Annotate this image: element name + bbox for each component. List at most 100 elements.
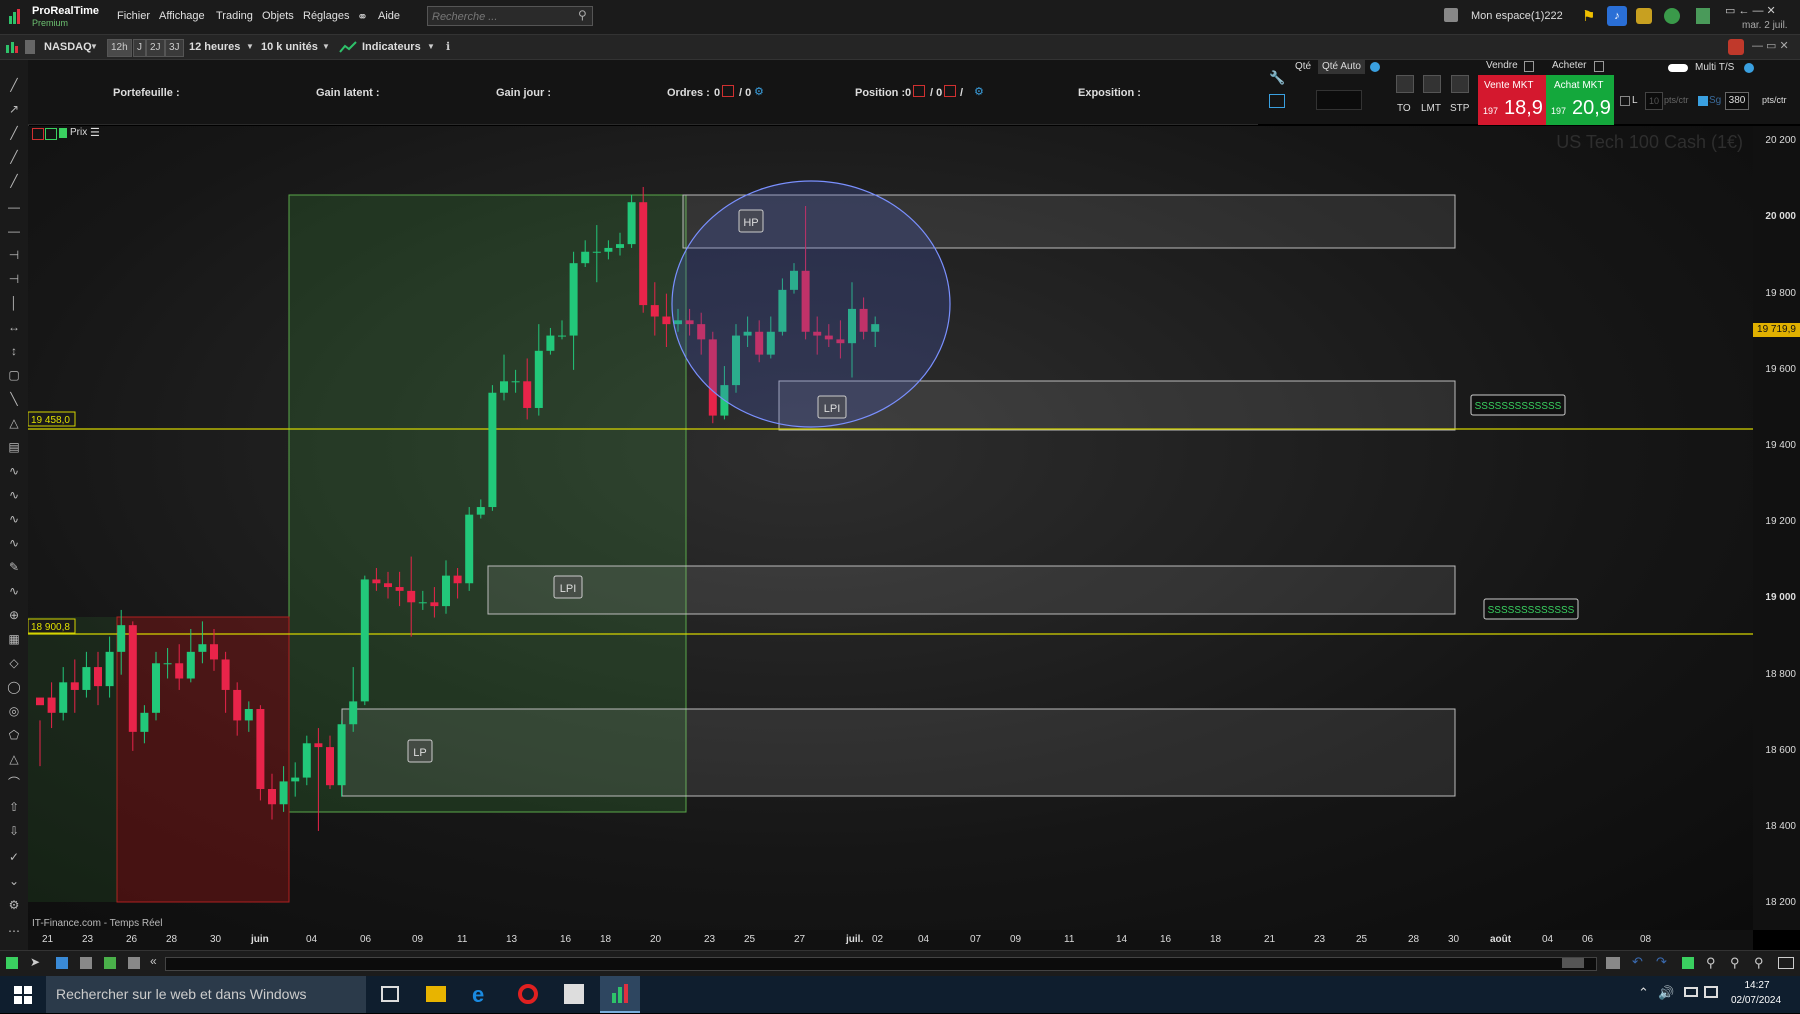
indicators-icon[interactable] (339, 39, 357, 55)
prorealtime-taskbar-button[interactable] (600, 976, 640, 1013)
search-icon[interactable]: ⚲ (578, 8, 587, 22)
chevron-down-icon[interactable]: ▼ (322, 42, 330, 51)
extended-line-icon[interactable]: ╱ (6, 174, 22, 188)
keyboard-icon[interactable] (1269, 94, 1285, 108)
speaker-icon[interactable]: ♪ (1607, 6, 1627, 26)
xabcd-icon[interactable]: ∿ (6, 536, 22, 550)
channel-icon[interactable]: ╲ (6, 392, 22, 406)
calendar-icon[interactable] (1606, 957, 1620, 969)
limit-order-button[interactable]: LMT (1421, 103, 1441, 114)
horizontal-line-icon[interactable]: — (6, 200, 22, 214)
info-icon[interactable] (1370, 62, 1380, 72)
zigzag-icon[interactable]: ∿ (6, 488, 22, 502)
rectangle-icon[interactable]: ◇ (6, 656, 22, 670)
zoom-fit-icon[interactable]: ⚲ (1706, 955, 1716, 971)
sync-icon[interactable] (1664, 8, 1680, 24)
calculator-icon[interactable] (1696, 8, 1710, 24)
windows-start-icon[interactable] (14, 986, 32, 1004)
table-icon[interactable] (80, 957, 92, 969)
list-icon[interactable]: ☰ (90, 126, 100, 139)
file-explorer-icon[interactable] (426, 986, 446, 1002)
ellipse-icon[interactable]: ◯ (6, 680, 22, 694)
stop-order-icon[interactable] (1451, 75, 1469, 93)
close-position-icon[interactable] (913, 85, 925, 97)
freehand-icon[interactable]: ∿ (6, 584, 22, 598)
edge-icon[interactable]: e (472, 982, 484, 1008)
save-icon[interactable] (1444, 8, 1458, 22)
screener-icon[interactable] (104, 957, 116, 969)
layout-icon[interactable] (56, 957, 68, 969)
search-input[interactable]: Recherche ... (427, 6, 593, 26)
arc-icon[interactable]: ⌒ (6, 776, 22, 790)
horizontal-ray-icon[interactable]: — (6, 224, 22, 238)
price-chart[interactable]: US Tech 100 Cash (1€) 19 458,0 18 900,8 … (28, 126, 1753, 930)
tf-button-3j[interactable]: 3J (165, 39, 184, 57)
price-legend[interactable]: Prix (70, 127, 87, 138)
menu-affichage[interactable]: Affichage (159, 10, 205, 22)
orders-settings-icon[interactable]: ⚙ (754, 85, 764, 98)
share-icon[interactable]: ➤ (30, 955, 40, 969)
zoom-out-icon[interactable]: ⚲ (1730, 955, 1740, 971)
polygon-icon[interactable]: ⬠ (6, 728, 22, 742)
menu-aide[interactable]: Aide (378, 10, 400, 22)
ruler-icon[interactable]: ▢ (6, 368, 22, 382)
l-checkbox[interactable] (1620, 96, 1630, 106)
chevron-down-icon[interactable]: ▼ (427, 42, 435, 51)
close-position-icon[interactable] (944, 85, 956, 97)
lock-icon[interactable] (25, 40, 35, 54)
vertical-line-icon[interactable]: │ (6, 296, 22, 310)
triangle-icon[interactable]: △ (6, 752, 22, 766)
arrow-up-icon[interactable]: ⇧ (6, 800, 22, 814)
info-icon[interactable] (1744, 63, 1754, 73)
tools-icon[interactable] (1636, 8, 1652, 24)
tf-button-12h[interactable]: 12h (107, 39, 132, 57)
sg-checkbox[interactable] (1698, 96, 1708, 106)
units-select[interactable]: 10 k unités (261, 39, 318, 55)
vertical-measure-icon[interactable]: ↕ (6, 344, 22, 358)
chevron-up-icon[interactable]: ⌃ (1638, 985, 1649, 1001)
buy-market-button[interactable]: Achat MKT 197 20,9 (1546, 75, 1614, 125)
quantity-input[interactable] (1316, 90, 1362, 110)
chevron-down-icon[interactable]: ▼ (246, 42, 254, 51)
refresh-icon[interactable] (1728, 39, 1744, 55)
chart-icon[interactable] (6, 957, 18, 969)
window-controls[interactable]: ▭ ← — ✕ (1725, 4, 1776, 17)
scrollbar-thumb[interactable] (1562, 958, 1584, 968)
price-line-icon[interactable]: ⊣ (6, 248, 22, 262)
settings-icon[interactable]: ⚙ (6, 898, 22, 912)
pitchfork-icon[interactable]: △ (6, 416, 22, 430)
window-icon[interactable] (128, 957, 140, 969)
stop-order-button[interactable]: STP (1450, 103, 1469, 114)
account-menu[interactable]: Mon espace(1)222 (1471, 10, 1563, 22)
info-icon[interactable]: ℹ (446, 40, 450, 53)
line-tool-icon[interactable]: ╱ (6, 78, 22, 92)
notifications-icon[interactable] (1704, 986, 1718, 998)
ray-tool-icon[interactable]: ↗ (6, 102, 22, 116)
chevron-down-icon[interactable]: ▼ (90, 42, 98, 51)
cross-icon[interactable]: ⊕ (6, 608, 22, 622)
lp-rectangle[interactable] (342, 709, 1455, 796)
candle-spacing-icon[interactable] (1778, 957, 1794, 969)
cancel-orders-icon[interactable] (722, 85, 734, 97)
indicators-button[interactable]: Indicateurs (362, 39, 421, 55)
gann-icon[interactable]: ▦ (6, 632, 22, 646)
wrench-icon[interactable]: 🔧 (1269, 70, 1285, 86)
redo-icon[interactable]: ↷ (1656, 954, 1667, 970)
sg-input[interactable]: 380 (1725, 92, 1749, 110)
taskbar-search-input[interactable]: Rechercher sur le web et dans Windows (46, 976, 366, 1013)
opera-icon[interactable] (518, 984, 538, 1004)
horizontal-scrollbar[interactable] (165, 957, 1597, 971)
pencil-icon[interactable]: ✎ (6, 560, 22, 574)
sell-market-button[interactable]: Vente MKT 197 18,9 (1478, 75, 1546, 125)
pattern-icon[interactable]: ∿ (6, 512, 22, 526)
check-icon[interactable]: ✓ (6, 850, 22, 864)
multi-toggle[interactable] (1668, 64, 1688, 72)
circle-icon[interactable]: ◎ (6, 704, 22, 718)
close-chart-icon[interactable] (32, 128, 44, 140)
menu-fichier[interactable]: Fichier (117, 10, 150, 22)
task-view-icon[interactable] (381, 986, 399, 1002)
market-select[interactable]: NASDAQ (44, 39, 92, 55)
menu-trading[interactable]: Trading (216, 10, 253, 22)
chevron-left-icon[interactable]: « (150, 954, 157, 968)
segment-tool-icon[interactable]: ╱ (6, 126, 22, 140)
